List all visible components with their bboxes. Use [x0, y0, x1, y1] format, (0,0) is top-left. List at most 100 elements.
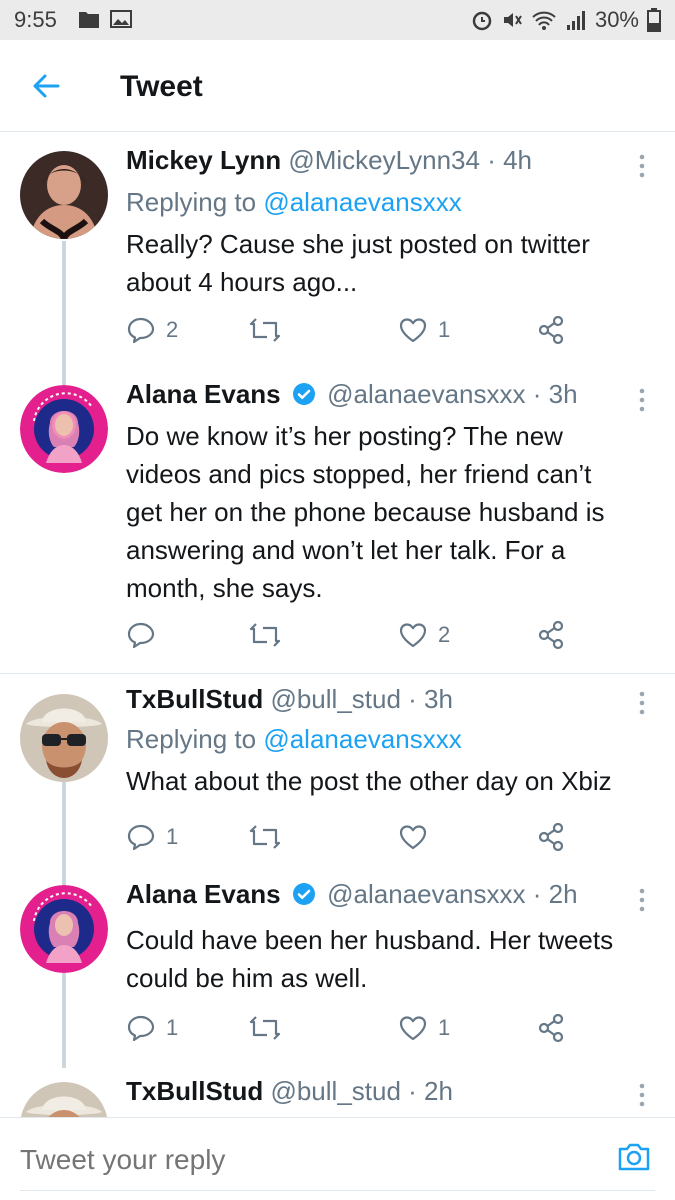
share-button[interactable]	[536, 822, 566, 852]
like-button[interactable]: 1	[398, 1013, 450, 1043]
tweet-txbullstud-2[interactable]: TxBullStud @bull_stud · 2h	[0, 1068, 675, 1117]
share-button[interactable]	[536, 1013, 566, 1043]
like-count: 1	[438, 1015, 451, 1040]
verified-badge-icon	[292, 383, 315, 405]
share-icon	[538, 1013, 564, 1043]
retweet-icon	[249, 1016, 281, 1040]
tweet-text-line: What about the post the other day on Xbi…	[126, 766, 612, 796]
share-icon	[538, 822, 564, 852]
share-icon	[538, 315, 564, 345]
status-bar: 9:55 30%	[0, 0, 675, 40]
tweet-mickey-lynn[interactable]: Mickey Lynn @MickeyLynn34 · 4h Replying …	[0, 133, 675, 371]
retweet-icon	[249, 623, 281, 647]
signal-icon	[566, 11, 585, 30]
author-handle[interactable]: @alanaevansxxx	[327, 879, 525, 909]
avatar[interactable]	[20, 151, 108, 239]
retweet-icon	[249, 318, 281, 342]
tweet-time: · 2h	[532, 879, 578, 909]
tweet-text-line: Really? Cause she just posted on twitter	[126, 229, 590, 259]
tweet-text-line: about 4 hours ago...	[126, 267, 358, 297]
more-vertical-icon[interactable]	[637, 153, 647, 179]
tweet-text-line: could be him as well.	[126, 963, 368, 993]
tweet-thread[interactable]: Mickey Lynn @MickeyLynn34 · 4h Replying …	[0, 133, 675, 1117]
share-icon	[538, 620, 564, 650]
reply-button[interactable]	[126, 620, 166, 650]
back-arrow-icon[interactable]	[28, 68, 64, 104]
like-count: 1	[438, 317, 451, 342]
author-name[interactable]: Alana Evans	[126, 879, 281, 909]
tweet-text: Do we know it’s her posting? The new vid…	[126, 417, 656, 607]
avatar[interactable]	[20, 1082, 108, 1117]
alarm-icon	[472, 11, 492, 31]
author-name[interactable]: TxBullStud	[126, 1076, 263, 1106]
retweet-button[interactable]	[248, 620, 282, 650]
battery-percent: 30%	[594, 7, 639, 32]
image-icon	[110, 10, 132, 28]
reply-icon	[127, 622, 155, 649]
tweet-text-line: get her on the phone because husband is	[126, 497, 605, 527]
replying-to-mention[interactable]: @alanaevansxxx	[263, 724, 461, 754]
tweet-text-line: Do we know it’s her posting? The new	[126, 421, 563, 451]
reply-input-underline	[20, 1190, 655, 1191]
tweet-text: Could have been her husband. Her tweets …	[126, 921, 656, 997]
wifi-icon	[532, 11, 556, 30]
tweet-alana-evans-2[interactable]: Alana Evans @alanaevansxxx · 2h Could ha…	[0, 875, 675, 1068]
tweet-time: · 3h	[532, 379, 578, 409]
tweet-txbullstud[interactable]: TxBullStud @bull_stud · 3h Replying to @…	[0, 674, 675, 875]
thread-connector-line	[62, 241, 66, 371]
status-system-icons: 30%	[471, 7, 661, 33]
reply-composer	[0, 1117, 675, 1200]
tweet-text: What about the post the other day on Xbi…	[126, 762, 656, 800]
replying-to-mention[interactable]: @alanaevansxxx	[263, 187, 461, 217]
reply-count: 2	[166, 317, 179, 342]
thread-connector-line	[62, 782, 66, 875]
tweet-actions: 1	[126, 822, 586, 862]
replying-to: Replying to @alanaevansxxx	[126, 187, 462, 218]
author-handle[interactable]: @bull_stud	[270, 1076, 400, 1106]
replying-to: Replying to @alanaevansxxx	[126, 724, 462, 755]
reply-icon	[127, 317, 155, 344]
more-vertical-icon[interactable]	[637, 1082, 647, 1108]
like-button[interactable]: 2	[398, 620, 450, 650]
like-count: 2	[438, 622, 451, 647]
author-name[interactable]: Mickey Lynn	[126, 145, 281, 175]
page-title: Tweet	[120, 70, 203, 103]
tweet-alana-evans[interactable]: Alana Evans @alanaevansxxx · 3h Do we kn…	[0, 371, 675, 673]
share-button[interactable]	[536, 620, 566, 650]
thread-connector-line	[62, 371, 66, 385]
more-vertical-icon[interactable]	[637, 887, 647, 913]
retweet-button[interactable]	[248, 315, 282, 345]
replying-to-label: Replying to	[126, 187, 257, 217]
battery-icon	[647, 8, 661, 32]
camera-icon[interactable]	[615, 1138, 653, 1176]
author-handle[interactable]: @bull_stud	[270, 684, 400, 714]
status-time: 9:55	[14, 7, 57, 32]
share-button[interactable]	[536, 315, 566, 345]
like-button[interactable]	[398, 822, 438, 852]
more-vertical-icon[interactable]	[637, 387, 647, 413]
author-name[interactable]: Alana Evans	[126, 379, 281, 409]
reply-button[interactable]: 1	[126, 822, 178, 852]
reply-button[interactable]: 2	[126, 315, 178, 345]
avatar[interactable]	[20, 885, 108, 973]
author-handle[interactable]: @alanaevansxxx	[327, 379, 525, 409]
tweet-text-line: answering and won’t let her talk. For a	[126, 535, 566, 565]
author-handle[interactable]: @MickeyLynn34	[288, 145, 480, 175]
like-button[interactable]: 1	[398, 315, 450, 345]
reply-input[interactable]	[20, 1144, 381, 1176]
reply-icon	[127, 1015, 155, 1042]
avatar[interactable]	[20, 694, 108, 782]
app-header: Tweet	[0, 40, 675, 132]
replying-to-label: Replying to	[126, 724, 257, 754]
heart-icon	[399, 825, 427, 850]
retweet-button[interactable]	[248, 822, 282, 852]
mute-icon	[503, 13, 522, 27]
author-name[interactable]: TxBullStud	[126, 684, 263, 714]
verified-badge-icon	[292, 883, 315, 905]
tweet-actions: 2 1	[126, 315, 586, 355]
avatar[interactable]	[20, 385, 108, 473]
retweet-button[interactable]	[248, 1013, 282, 1043]
reply-button[interactable]: 1	[126, 1013, 178, 1043]
tweet-text-line: videos and pics stopped, her friend can’…	[126, 459, 592, 489]
more-vertical-icon[interactable]	[637, 690, 647, 716]
